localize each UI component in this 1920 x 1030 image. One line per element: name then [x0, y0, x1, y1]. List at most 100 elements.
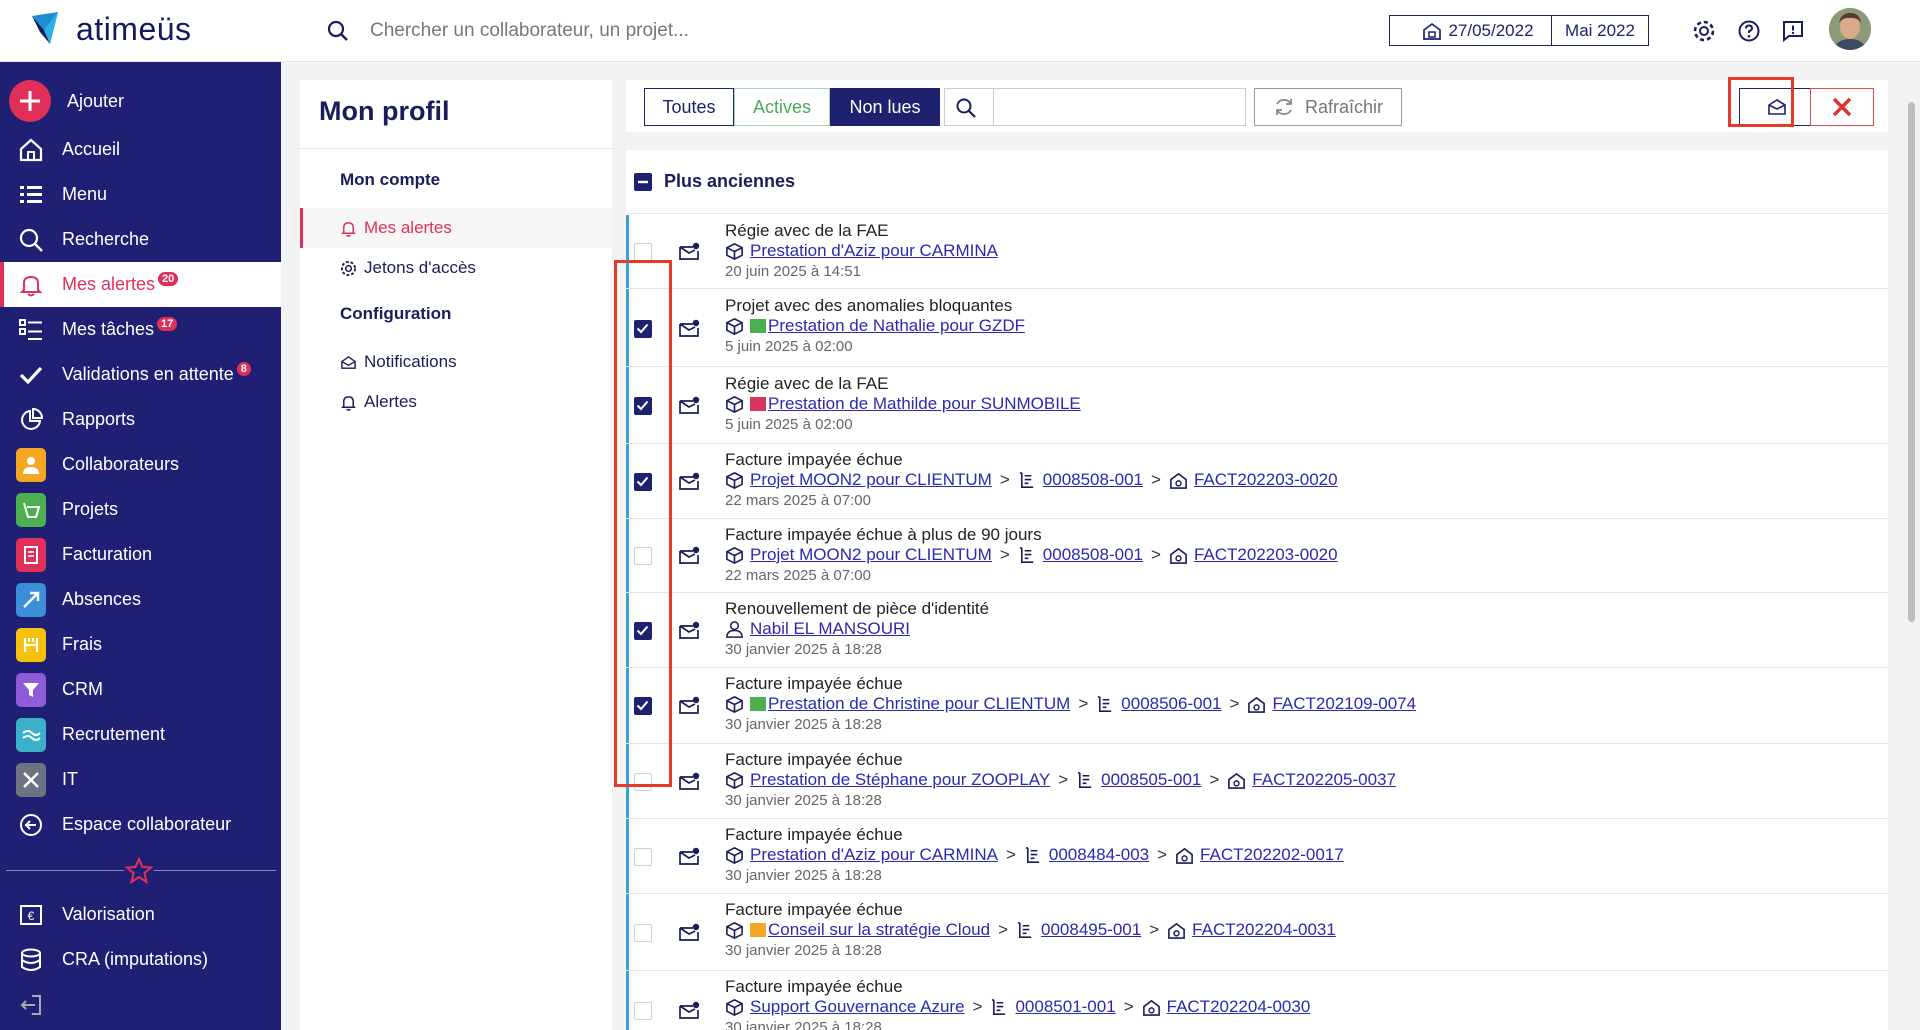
alert-row[interactable]: Facture impayée échue Prestation d'Aziz p… — [626, 819, 1888, 894]
calendar-house-icon — [1423, 22, 1442, 40]
feedback-icon[interactable] — [1781, 19, 1805, 43]
search-icon[interactable] — [955, 97, 977, 119]
sidebar-item-facturation[interactable]: Facturation — [0, 532, 281, 577]
alert-link[interactable]: Prestation de Mathilde pour SUNMOBILE — [768, 394, 1081, 414]
alert-link[interactable]: Projet MOON2 pour CLIENTUM — [750, 470, 992, 490]
alert-link[interactable]: FACT202203-0020 — [1194, 545, 1338, 565]
alert-link[interactable]: 0008505-001 — [1101, 770, 1201, 790]
scrollbar[interactable] — [1904, 80, 1918, 1030]
alert-link[interactable]: Support Gouvernance Azure — [750, 997, 965, 1017]
date-picker-button[interactable]: 27/05/2022 — [1389, 15, 1567, 46]
alert-row[interactable]: Régie avec de la FAE Prestation d'Aziz po… — [626, 215, 1888, 289]
refresh-button[interactable]: Rafraîchir — [1254, 88, 1402, 126]
sidebar-item-cra[interactable]: CRA (imputations) — [0, 937, 281, 982]
envelope-notify-icon[interactable] — [678, 846, 700, 871]
alert-link[interactable]: 0008506-001 — [1121, 694, 1221, 714]
envelope-notify-icon[interactable] — [678, 395, 700, 420]
row-checkbox[interactable] — [634, 243, 652, 261]
alert-link[interactable]: Projet MOON2 pour CLIENTUM — [750, 545, 992, 565]
sidebar-item-mes-alertes[interactable]: Mes alertes 20 — [0, 262, 281, 307]
app-logo[interactable]: atimeüs — [28, 10, 192, 48]
alerts-main: Toutes Actives Non lues Rafraîchir Plus … — [614, 77, 1888, 1030]
alert-link[interactable]: FACT202204-0031 — [1192, 920, 1336, 940]
alert-row[interactable]: Facture impayée échue à plus de 90 jours… — [626, 519, 1888, 593]
alert-link[interactable]: 0008508-001 — [1043, 470, 1143, 490]
alert-link[interactable]: Prestation d'Aziz pour CARMINA — [750, 845, 998, 865]
alert-link[interactable]: 0008508-001 — [1043, 545, 1143, 565]
alert-link[interactable]: FACT202203-0020 — [1194, 470, 1338, 490]
envelope-notify-icon[interactable] — [678, 241, 700, 266]
row-checkbox[interactable] — [634, 923, 652, 942]
envelope-notify-icon[interactable] — [678, 1000, 700, 1025]
row-checkbox[interactable] — [634, 847, 652, 866]
envelope-notify-icon[interactable] — [678, 471, 700, 496]
scroll-thumb[interactable] — [1908, 102, 1915, 622]
alert-link[interactable]: Nabil EL MANSOURI — [750, 619, 910, 639]
alert-row[interactable]: Facture impayée échue Support Gouvernance… — [626, 971, 1888, 1030]
sidebar-item-frais[interactable]: Frais — [0, 622, 281, 667]
alerts-filter-input[interactable] — [1001, 93, 1237, 121]
alert-link[interactable]: 0008484-003 — [1049, 845, 1149, 865]
alert-links: Projet MOON2 pour CLIENTUM >0008508-001 > F… — [725, 470, 1338, 490]
filter-non-lues-button[interactable]: Non lues — [830, 88, 940, 126]
envelope-notify-icon[interactable] — [678, 545, 700, 570]
delete-button[interactable] — [1810, 88, 1874, 126]
sidebar-item-projets[interactable]: Projets — [0, 487, 281, 532]
filter-actives-button[interactable]: Actives — [734, 88, 830, 126]
alert-link[interactable]: Prestation de Nathalie pour GZDF — [768, 316, 1025, 336]
alert-link[interactable]: 0008495-001 — [1041, 920, 1141, 940]
alert-row[interactable]: Facture impayée échue Conseil sur la stra… — [626, 894, 1888, 971]
group-header[interactable]: Plus anciennes — [626, 150, 1888, 214]
global-search-input[interactable] — [370, 14, 970, 48]
sidebar-item-validations[interactable]: Validations en attente 8 — [0, 352, 281, 397]
alert-link[interactable]: FACT202109-0074 — [1272, 694, 1416, 714]
alert-row[interactable]: Régie avec de la FAE Prestation de Mathil… — [626, 368, 1888, 444]
help-icon[interactable] — [1737, 19, 1761, 43]
sidebar-item-absences[interactable]: Absences — [0, 577, 281, 622]
profile-item-jetons[interactable]: Jetons d'accès — [300, 248, 612, 288]
envelope-notify-icon[interactable] — [678, 922, 700, 947]
alert-link[interactable]: FACT202202-0017 — [1200, 845, 1344, 865]
envelope-notify-icon[interactable] — [678, 771, 700, 796]
top-bar: atimeüs 27/05/2022 Mai 2022 — [0, 0, 1920, 62]
alert-row[interactable]: Projet avec des anomalies bloquantes Pres… — [626, 290, 1888, 367]
alert-row[interactable]: Renouvellement de pièce d'identité Nabil … — [626, 593, 1888, 668]
envelope-notify-icon[interactable] — [678, 695, 700, 720]
filter-toutes-button[interactable]: Toutes — [644, 88, 734, 126]
sidebar-item-accueil[interactable]: Accueil — [0, 127, 281, 172]
profile-item-notifications[interactable]: Notifications — [300, 342, 612, 382]
sidebar-item-recrutement[interactable]: Recrutement — [0, 712, 281, 757]
sidebar-item-valorisation[interactable]: € Valorisation — [0, 892, 281, 937]
profile-item-mes-alertes[interactable]: Mes alertes — [300, 208, 612, 248]
favorites-star-icon[interactable] — [124, 857, 154, 885]
sidebar-item-menu[interactable]: Menu — [0, 172, 281, 217]
search-icon[interactable] — [326, 19, 350, 43]
envelope-notify-icon[interactable] — [678, 620, 700, 645]
user-avatar[interactable] — [1829, 8, 1871, 50]
sidebar-item-mes-taches[interactable]: Mes tâches 17 — [0, 307, 281, 352]
alert-row[interactable]: Facture impayée échue Projet MOON2 pour C… — [626, 444, 1888, 519]
sidebar-logout-button[interactable] — [0, 982, 281, 1027]
period-picker-button[interactable]: Mai 2022 — [1551, 15, 1649, 46]
alert-link[interactable]: FACT202204-0030 — [1167, 997, 1311, 1017]
alert-row[interactable]: Facture impayée échue Prestation de Chris… — [626, 668, 1888, 744]
sidebar-item-recherche[interactable]: Recherche — [0, 217, 281, 262]
alert-link[interactable]: Prestation de Christine pour CLIENTUM — [768, 694, 1070, 714]
sidebar-item-collaborateurs[interactable]: Collaborateurs — [0, 442, 281, 487]
profile-item-alertes[interactable]: Alertes — [300, 382, 612, 422]
alert-row[interactable]: Facture impayée échue Prestation de Stéph… — [626, 744, 1888, 819]
alert-link[interactable]: Prestation de Stéphane pour ZOOPLAY — [750, 770, 1050, 790]
alert-link[interactable]: Prestation d'Aziz pour CARMINA — [750, 241, 998, 261]
gear-icon[interactable] — [1692, 19, 1716, 43]
row-checkbox[interactable] — [634, 1002, 652, 1020]
alert-link[interactable]: 0008501-001 — [1015, 997, 1115, 1017]
envelope-notify-icon[interactable] — [678, 318, 700, 343]
sidebar-add-button[interactable]: Ajouter — [0, 76, 281, 126]
collapse-icon[interactable] — [634, 173, 652, 191]
alert-link[interactable]: Conseil sur la stratégie Cloud — [768, 920, 990, 940]
sidebar-item-espace-collaborateur[interactable]: Espace collaborateur — [0, 802, 281, 847]
alert-link[interactable]: FACT202205-0037 — [1252, 770, 1396, 790]
sidebar-item-rapports[interactable]: Rapports — [0, 397, 281, 442]
sidebar-item-crm[interactable]: CRM — [0, 667, 281, 712]
sidebar-item-it[interactable]: IT — [0, 757, 281, 802]
